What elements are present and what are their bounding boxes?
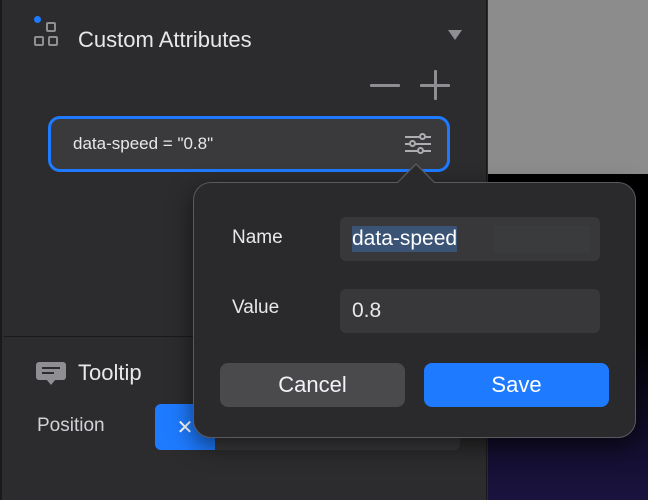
add-attribute-button[interactable] <box>420 70 450 100</box>
name-field[interactable]: data-speed <box>340 217 600 261</box>
edit-attribute-popover: Name data-speed Value 0.8 Cancel Save <box>193 182 636 438</box>
attributes-icon <box>34 16 70 58</box>
cancel-button[interactable]: Cancel <box>220 363 405 407</box>
changed-indicator-dot <box>34 16 41 23</box>
name-field-selected-text: data-speed <box>352 226 458 252</box>
canvas-preview-top <box>488 0 648 174</box>
value-label: Value <box>232 297 280 318</box>
save-button[interactable]: Save <box>424 363 609 407</box>
tooltip-title: Tooltip <box>78 360 142 385</box>
section-title: Custom Attributes <box>78 27 252 52</box>
sliders-icon[interactable] <box>405 133 431 155</box>
tooltip-icon <box>36 360 66 386</box>
name-field-inner <box>494 225 590 253</box>
custom-attributes-header[interactable]: Custom Attributes <box>34 16 464 58</box>
app-stage: Custom Attributes data-speed = "0.8" Too… <box>0 0 648 500</box>
tooltip-header[interactable]: Tooltip <box>36 360 142 386</box>
popover-arrow-fill <box>397 165 435 184</box>
value-field-text: 0.8 <box>352 299 382 322</box>
attribute-row[interactable]: data-speed = "0.8" <box>48 116 450 172</box>
remove-attribute-button[interactable] <box>370 70 400 100</box>
value-field[interactable]: 0.8 <box>340 289 600 333</box>
attribute-row-text: data-speed = "0.8" <box>73 134 214 153</box>
close-icon: ✕ <box>176 416 194 439</box>
name-label: Name <box>232 227 283 248</box>
position-label: Position <box>37 415 105 436</box>
collapse-triangle-icon[interactable] <box>448 30 462 40</box>
